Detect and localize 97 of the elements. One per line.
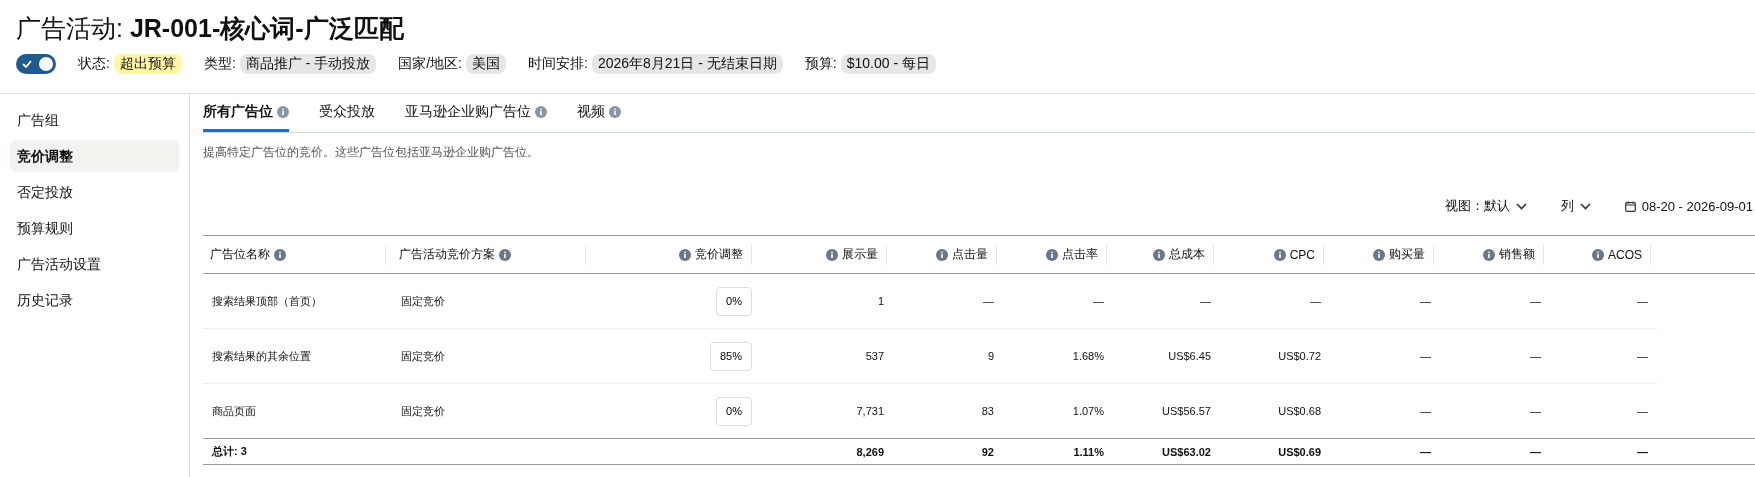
table-cell: — (1530, 295, 1541, 307)
column-header: 购买量 (1389, 246, 1425, 263)
table-cell: — (1420, 405, 1431, 417)
table-cell: 搜索结果顶部（首页） (212, 293, 322, 309)
table-cell: — (1200, 295, 1211, 307)
table-cell: US$6.45 (1168, 350, 1211, 362)
tab[interactable]: 所有广告位 (203, 94, 289, 132)
column-header: 展示量 (842, 246, 878, 263)
table-cell: 搜索结果的其余位置 (212, 348, 311, 364)
table-cell: — (1637, 405, 1648, 417)
info-icon (679, 248, 691, 261)
column-header: 广告位名称 (210, 246, 270, 263)
table-cell: 7,731 (856, 405, 884, 417)
table-cell: 固定竞价 (401, 403, 445, 419)
table-cell: — (1093, 295, 1104, 307)
column-header: 销售额 (1499, 246, 1535, 263)
meta-value: 超出预算 (113, 54, 182, 74)
tab[interactable]: 受众投放 (319, 94, 375, 132)
table-cell: US$0.69 (1278, 445, 1321, 458)
bid-adjustment-input[interactable]: 0% (716, 286, 752, 316)
bid-adjustment-input[interactable]: 85% (710, 341, 752, 371)
table-cell: 92 (981, 445, 994, 458)
table-cell: — (1420, 445, 1431, 458)
calendar-icon (1624, 200, 1636, 212)
meta-label: 国家/地区: (398, 55, 462, 73)
info-icon (1592, 248, 1604, 261)
table-cell: 1.68% (1072, 350, 1104, 362)
meta-label: 类型: (203, 55, 236, 73)
sidebar-item[interactable]: 竞价调整 (10, 140, 179, 172)
description-text: 提高特定广告位的竞价。这些广告位包括亚马逊企业购广告位。 (203, 145, 540, 160)
info-icon (1273, 248, 1286, 261)
meta-value: 商品推广 - 手动投放 (239, 54, 377, 74)
page-title: 广告活动: JR-001-核心词-广泛匹配 (16, 13, 405, 44)
table-cell: US$63.02 (1162, 445, 1211, 458)
column-header: 广告活动竞价方案 (399, 246, 495, 263)
chevron-down-icon (1515, 202, 1527, 210)
table-cell: US$0.68 (1278, 405, 1321, 417)
table-cell: US$56.57 (1162, 405, 1211, 417)
info-icon (1373, 248, 1385, 261)
column-header: CPC (1289, 247, 1315, 262)
sidebar-item[interactable]: 否定投放 (10, 176, 179, 208)
info-icon (1046, 248, 1058, 261)
toggle-switch[interactable] (16, 54, 56, 74)
table-cell: — (983, 295, 994, 307)
table-cell: 固定竞价 (401, 348, 445, 364)
total-label: 总计: 3 (212, 444, 247, 459)
meta-label: 预算: (804, 55, 837, 73)
sidebar-item[interactable]: 预算规则 (10, 212, 179, 244)
tab[interactable]: 视频 (577, 94, 621, 132)
table-cell: 9 (987, 350, 994, 362)
columns-dropdown[interactable]: 列 (1560, 197, 1591, 215)
table-cell: — (1310, 295, 1321, 307)
meta-value: $10.00 - 每日 (840, 54, 936, 74)
info-icon (1483, 248, 1495, 261)
table-cell: 1.07% (1072, 405, 1104, 417)
table-cell: 8,269 (856, 445, 884, 458)
meta-value: 2026年8月21日 - 无结束日期 (591, 54, 783, 74)
meta-value: 美国 (466, 54, 506, 74)
table-cell: — (1420, 350, 1431, 362)
column-header: 点击量 (952, 246, 988, 263)
meta-label: 状态: (78, 55, 110, 73)
info-icon (936, 248, 948, 261)
table-cell: 固定竞价 (401, 293, 445, 309)
table-cell: — (1637, 350, 1648, 362)
tab[interactable]: 亚马逊企业购广告位 (405, 94, 547, 132)
column-header: ACOS (1608, 247, 1642, 262)
chevron-down-icon (1579, 202, 1591, 210)
info-icon (535, 105, 547, 118)
check-icon (22, 60, 32, 68)
sidebar-item[interactable]: 广告组 (10, 104, 179, 136)
column-header: 总成本 (1169, 246, 1205, 263)
table-cell: US$0.72 (1278, 350, 1321, 362)
table-cell: 1 (877, 295, 884, 307)
table-cell: 商品页面 (212, 403, 256, 419)
info-icon (274, 248, 286, 261)
sidebar-item[interactable]: 历史记录 (10, 284, 179, 316)
view-dropdown[interactable]: 视图：默认 (1444, 197, 1527, 215)
table-cell: — (1530, 405, 1541, 417)
sidebar-item[interactable]: 广告活动设置 (10, 248, 179, 280)
info-icon (1153, 248, 1165, 261)
table-cell: — (1637, 445, 1648, 458)
table-cell: 537 (865, 350, 884, 362)
info-icon (277, 105, 289, 118)
info-icon (499, 248, 511, 261)
bid-adjustment-input[interactable]: 0% (716, 396, 752, 426)
meta-label: 时间安排: (528, 55, 588, 73)
column-header: 点击率 (1062, 246, 1098, 263)
table-cell: — (1420, 295, 1431, 307)
table-cell: — (1530, 350, 1541, 362)
table-cell: 83 (981, 405, 994, 417)
table-cell: 1.11% (1073, 445, 1104, 458)
info-icon (609, 105, 621, 118)
table-cell: — (1637, 295, 1648, 307)
date-range-picker[interactable]: 08-20 - 2026-09-01 (1624, 198, 1753, 214)
info-icon (826, 248, 838, 261)
table-cell: — (1530, 445, 1541, 458)
column-header: 竞价调整 (695, 246, 743, 263)
